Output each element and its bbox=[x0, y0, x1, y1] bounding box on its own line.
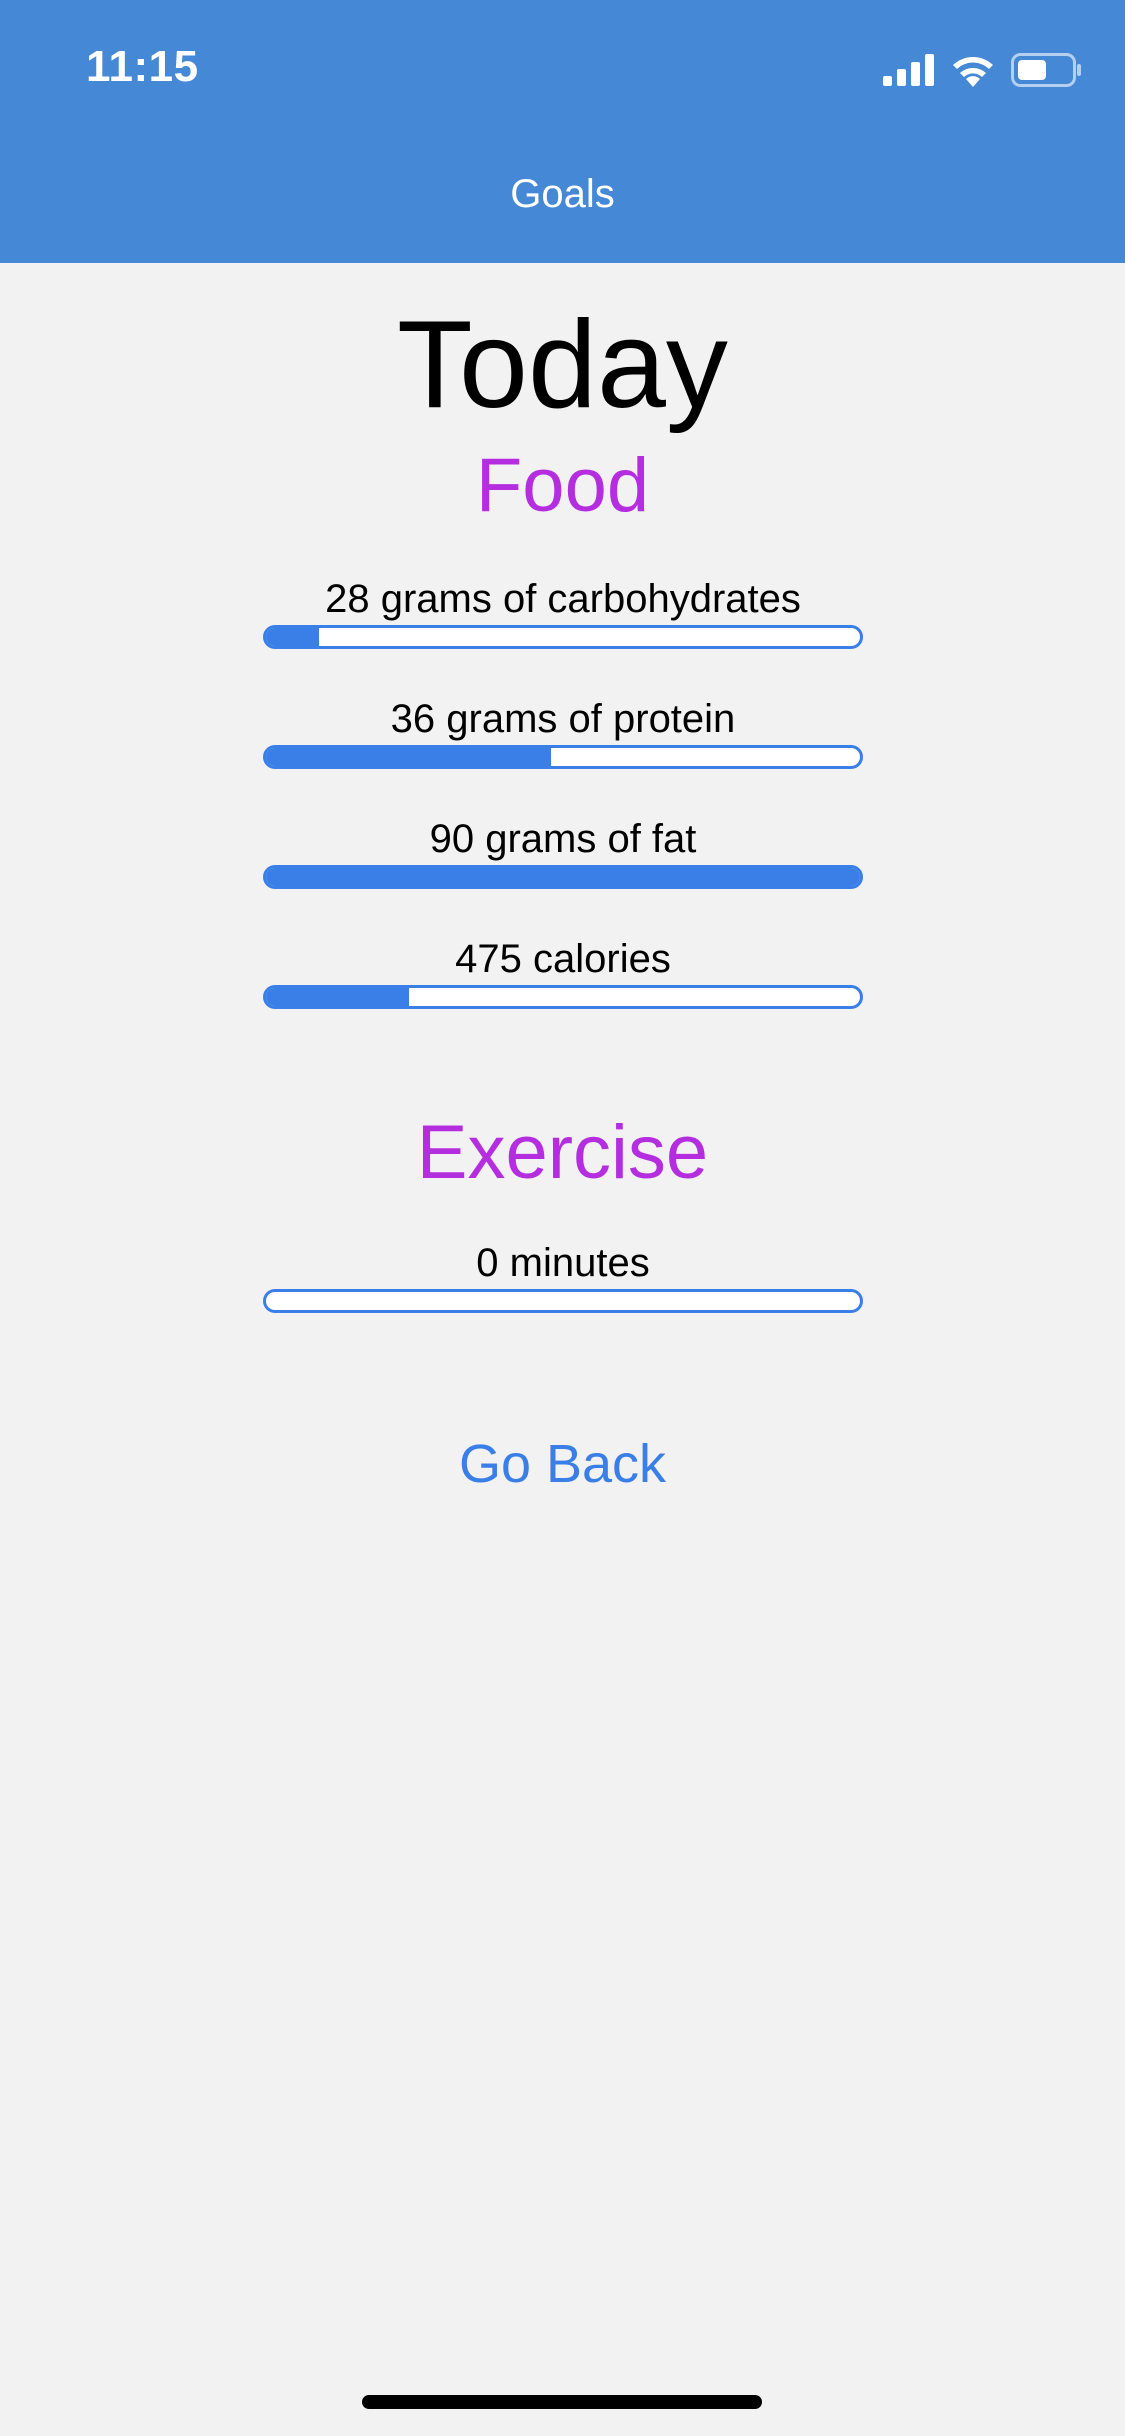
signal-icon bbox=[883, 54, 934, 86]
status-icons bbox=[883, 52, 1083, 88]
progress-bar bbox=[263, 625, 863, 649]
goal-carbohydrates: 28 grams of carbohydrates bbox=[263, 575, 863, 649]
status-time: 11:15 bbox=[86, 42, 199, 91]
food-section-title: Food bbox=[475, 443, 650, 528]
progress-fill bbox=[266, 988, 409, 1006]
nav-header: 11:15 Goals bbox=[0, 0, 1125, 263]
goal-protein: 36 grams of protein bbox=[263, 695, 863, 769]
goal-label: 0 minutes bbox=[476, 1241, 650, 1285]
goal-label: 475 calories bbox=[455, 937, 671, 981]
battery-icon bbox=[1011, 53, 1081, 87]
progress-bar bbox=[263, 745, 863, 769]
progress-bar bbox=[263, 985, 863, 1009]
progress-fill bbox=[266, 628, 320, 646]
today-heading: Today bbox=[397, 296, 728, 434]
go-back-button[interactable]: Go Back bbox=[0, 1433, 1125, 1495]
progress-fill bbox=[266, 868, 860, 886]
progress-bar bbox=[263, 865, 863, 889]
home-indicator[interactable] bbox=[362, 2395, 762, 2409]
progress-bar bbox=[263, 1289, 863, 1313]
goal-label: 28 grams of carbohydrates bbox=[325, 577, 801, 621]
goal-label: 90 grams of fat bbox=[429, 817, 697, 861]
progress-fill bbox=[266, 748, 552, 766]
goal-exercise-minutes: 0 minutes bbox=[263, 1239, 863, 1313]
page-title: Goals bbox=[510, 172, 615, 216]
goal-fat: 90 grams of fat bbox=[263, 815, 863, 889]
goal-calories: 475 calories bbox=[263, 935, 863, 1009]
goal-label: 36 grams of protein bbox=[390, 697, 736, 741]
exercise-section-title: Exercise bbox=[416, 1110, 709, 1195]
wifi-icon bbox=[953, 57, 993, 87]
